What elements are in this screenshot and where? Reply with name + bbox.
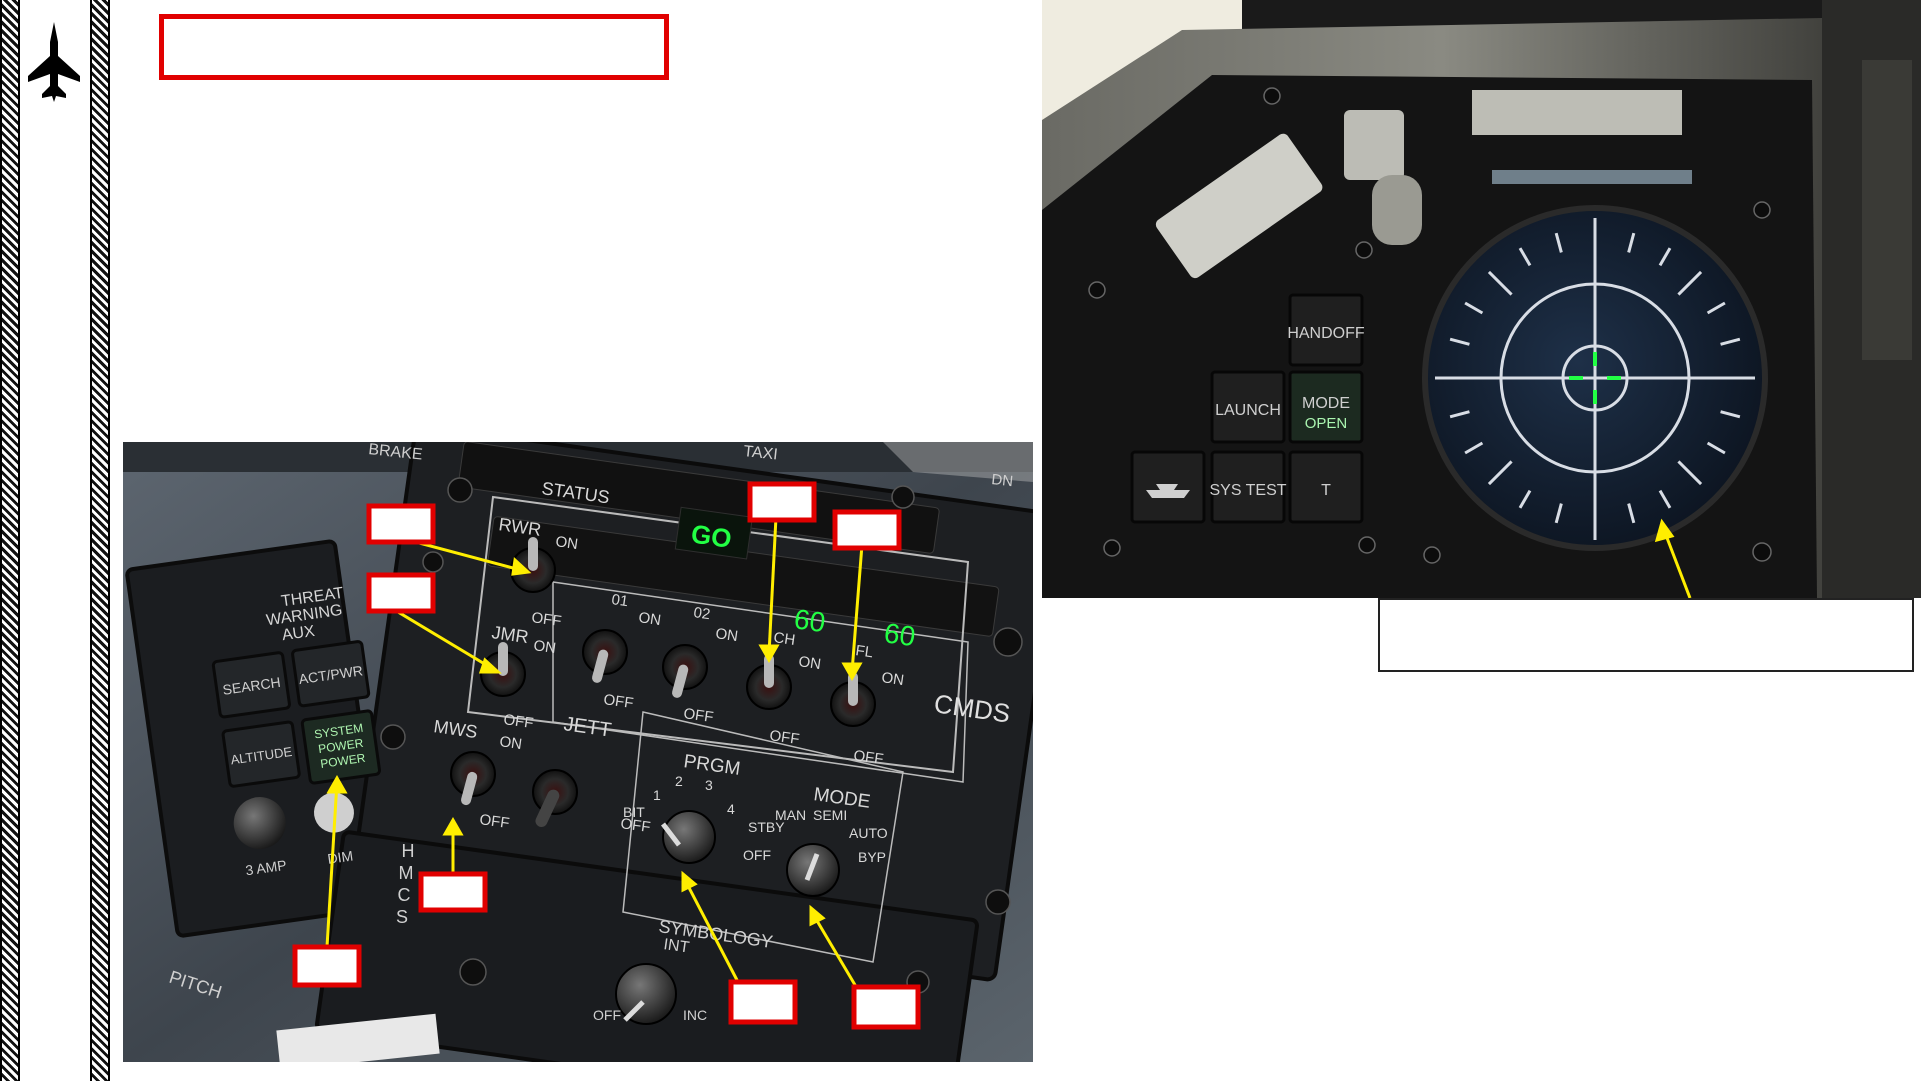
cmds-panel-drawing: BRAKE TAXI DN STATUS GO THREAT WARNING A…: [123, 442, 1033, 1062]
mode-man-label: MAN: [775, 807, 806, 823]
jmr-on-label: ON: [532, 637, 557, 657]
callout-system-power: [292, 944, 362, 988]
fl-digital-display: 60: [882, 617, 917, 652]
fl-label: FL: [854, 642, 874, 661]
mode-byp-label: BYP: [858, 849, 886, 865]
caption-box: [1378, 598, 1914, 672]
hmcs-c: C: [398, 885, 411, 905]
sys-test-label: SYS TEST: [1209, 482, 1286, 499]
hmcs-h: H: [402, 841, 415, 861]
launch-label: LAUNCH: [1215, 402, 1281, 419]
callout-mws: [418, 871, 488, 913]
mws-panel-drawing: HANDOFF LAUNCH MODE OPEN SYS TEST T: [1042, 0, 1921, 598]
taxi-label: TAXI: [743, 443, 779, 464]
switch-01-label: 01: [610, 591, 629, 610]
int-label: INT: [662, 936, 690, 956]
prgm-4-label: 4: [727, 801, 735, 817]
hmcs-s: S: [396, 907, 408, 927]
handoff-label: HANDOFF: [1287, 325, 1365, 342]
switch-02-label: 02: [692, 604, 711, 623]
mode-auto-label: AUTO: [849, 825, 888, 841]
cmds-panel-photo: BRAKE TAXI DN STATUS GO THREAT WARNING A…: [123, 442, 1033, 1062]
fl-on-label: ON: [880, 669, 905, 689]
dn-label: DN: [991, 471, 1014, 490]
title-callout-box: [159, 14, 669, 80]
mws-on-label: ON: [498, 733, 523, 753]
hmcs-m: M: [399, 863, 414, 883]
prgm-3-label: 3: [705, 777, 713, 793]
mode-label: MODE: [1302, 395, 1350, 412]
callout-fl: [832, 509, 902, 551]
aircraft-icon: [28, 22, 80, 102]
prgm-1-label: 1: [653, 787, 661, 803]
callout-ch: [747, 481, 817, 523]
switch-01-on-label: ON: [637, 609, 662, 629]
open-label: OPEN: [1305, 415, 1348, 432]
symbology-inc-label: INC: [683, 1007, 707, 1023]
t-label: T: [1321, 482, 1331, 499]
rwr-on-label: ON: [554, 533, 579, 553]
right-border-stripe: [90, 0, 110, 1081]
callout-jmr: [366, 572, 436, 614]
callout-mode: [851, 984, 921, 1030]
callout-prgm: [728, 979, 798, 1025]
status-go-text: GO: [689, 518, 733, 553]
callout-rwr: [366, 503, 436, 545]
ch-digital-display: 60: [792, 603, 827, 638]
mode-semi-label: SEMI: [813, 807, 847, 823]
symbology-off-label: OFF: [593, 1007, 621, 1023]
symbology-knob[interactable]: [615, 963, 677, 1025]
prgm-bit-label: BIT: [623, 804, 645, 820]
mode-off-label: OFF: [743, 847, 771, 863]
ch-on-label: ON: [797, 653, 822, 673]
prgm-2-label: 2: [675, 773, 683, 789]
switch-02-on-label: ON: [714, 625, 739, 645]
mws-panel-photo: HANDOFF LAUNCH MODE OPEN SYS TEST T: [1042, 0, 1921, 598]
left-border-stripe: [0, 0, 20, 1081]
